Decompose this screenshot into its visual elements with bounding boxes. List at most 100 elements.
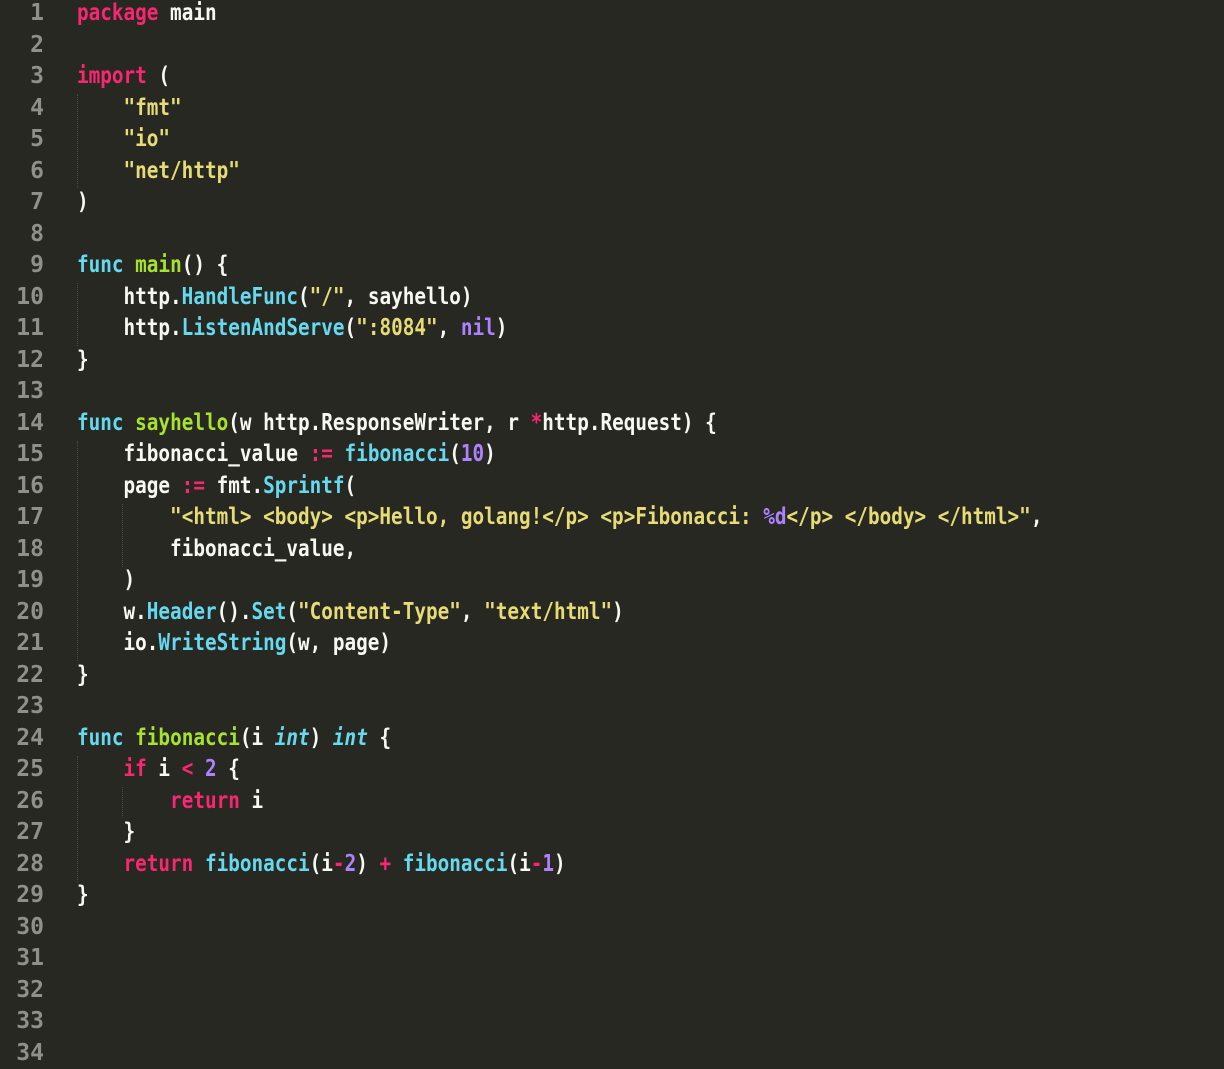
code-token: return	[170, 787, 240, 814]
line-number: 30	[16, 913, 44, 940]
code-line[interactable]: 26 return i	[0, 786, 1224, 818]
code-token: (i	[309, 850, 333, 877]
code-line[interactable]: 4 "fmt"	[0, 93, 1224, 125]
code-text: }	[77, 817, 136, 849]
code-token: ":8084"	[356, 315, 438, 341]
code-line[interactable]: 29}	[0, 880, 1224, 912]
code-token: Header	[146, 598, 217, 625]
code-token: :=	[181, 472, 205, 499]
code-text: page := fmt.Sprintf(	[77, 471, 357, 503]
code-token: Set	[251, 598, 287, 625]
line-number: 18	[16, 535, 44, 562]
code-line[interactable]: 28 return fibonacci(i-2) + fibonacci(i-1…	[0, 849, 1224, 881]
code-token: Sprintf	[263, 472, 345, 499]
code-line[interactable]: 30	[0, 912, 1224, 944]
code-line[interactable]: 14 func sayhello(w http.ResponseWriter, r…	[0, 408, 1224, 440]
code-token: (	[344, 472, 357, 499]
code-token: fibonacci_value	[77, 441, 310, 467]
code-line[interactable]: 19 )	[0, 565, 1224, 597]
code-token: fibonacci	[402, 850, 508, 877]
code-token: import	[77, 63, 147, 89]
code-token: i	[239, 787, 264, 814]
code-token: http.Request) {	[542, 409, 717, 436]
code-line[interactable]: 17 "<html> <body> <p>Hello, golang!</p> …	[0, 502, 1224, 534]
code-line[interactable]: 3 import (	[0, 61, 1224, 93]
line-number: 5	[30, 126, 44, 152]
code-token: WriteString	[158, 630, 287, 656]
code-token: page	[77, 472, 182, 499]
code-token: )	[484, 441, 496, 467]
code-editor[interactable]: 1 package main 2 3 import (4 "fmt" 5 "io" 6 "n…	[0, 0, 1224, 1069]
code-token: return	[123, 850, 194, 877]
code-token: {	[216, 756, 240, 782]
code-token: *	[530, 409, 543, 436]
code-line[interactable]: 34	[0, 1038, 1224, 1069]
code-token: fibonacci	[344, 441, 450, 467]
code-line[interactable]: 7)	[0, 187, 1224, 219]
code-line[interactable]: 5 "io"	[0, 124, 1224, 156]
code-token: (	[449, 441, 461, 467]
code-line[interactable]: 31	[0, 943, 1224, 975]
code-line[interactable]: 23	[0, 691, 1224, 723]
code-text: io.WriteString(w, page)	[77, 628, 392, 660]
code-token: nil	[460, 315, 496, 341]
code-token: func	[77, 724, 124, 751]
line-number: 8	[30, 220, 44, 247]
code-token: ListenAndServe	[181, 315, 345, 341]
code-line[interactable]: 33	[0, 1006, 1224, 1038]
code-text: func main() {	[77, 250, 228, 282]
code-token: "fmt"	[123, 94, 182, 121]
code-line[interactable]: 13	[0, 376, 1224, 408]
code-token: "<html> <body> <p>Hello, golang!</p> <p>…	[170, 504, 764, 530]
code-token: if	[123, 756, 147, 782]
code-line[interactable]: 22}	[0, 660, 1224, 692]
code-line[interactable]: 27 }	[0, 817, 1224, 849]
code-token: io.	[77, 630, 159, 656]
code-text: "<html> <body> <p>Hello, golang!</p> <p>…	[77, 502, 1042, 534]
line-number: 23	[16, 693, 44, 719]
code-line[interactable]: 6 "net/http"	[0, 156, 1224, 188]
code-line[interactable]: 32	[0, 975, 1224, 1007]
code-line[interactable]: 21 io.WriteString(w, page)	[0, 628, 1224, 660]
code-text: fibonacci_value,	[77, 534, 356, 566]
code-text: package main	[77, 0, 217, 30]
code-token: func	[77, 409, 124, 436]
line-number: 13	[16, 378, 44, 404]
code-text: }	[77, 660, 89, 692]
code-token: (	[298, 283, 310, 310]
code-token: ,	[437, 315, 461, 341]
code-line[interactable]: 25 if i < 2 {	[0, 754, 1224, 786]
code-line[interactable]: 12}	[0, 345, 1224, 377]
code-token: func	[77, 252, 124, 278]
code-token: )	[612, 598, 624, 625]
line-number: 11	[16, 315, 44, 341]
code-line[interactable]: 20 w.Header().Set("Content-Type", "text/…	[0, 597, 1224, 629]
code-line[interactable]: 18 fibonacci_value,	[0, 534, 1224, 566]
code-token: main	[135, 252, 182, 278]
code-token: package	[77, 0, 159, 26]
line-number: 9	[30, 252, 44, 278]
code-text: }	[77, 880, 89, 912]
code-text: }	[77, 345, 89, 377]
code-token: w.	[77, 598, 147, 625]
code-line[interactable]: 8	[0, 219, 1224, 251]
code-line[interactable]: 24 func fibonacci(i int) int {	[0, 723, 1224, 755]
code-line[interactable]: 9 func main() {	[0, 250, 1224, 282]
code-token: int	[274, 724, 310, 751]
code-token: 2	[344, 850, 357, 877]
code-line[interactable]: 16 page := fmt.Sprintf(	[0, 471, 1224, 503]
code-line[interactable]: 10 http.HandleFunc("/", sayhello)	[0, 282, 1224, 314]
line-number: 22	[16, 661, 44, 688]
code-token: }	[77, 819, 136, 845]
code-line[interactable]: 1 package main	[0, 0, 1224, 30]
code-token: }	[77, 346, 89, 373]
code-line[interactable]: 11 http.ListenAndServe(":8084", nil)	[0, 313, 1224, 345]
code-line[interactable]: 15 fibonacci_value := fibonacci(10)	[0, 439, 1224, 471]
line-number: 34	[16, 1039, 44, 1066]
code-line[interactable]: 2	[0, 30, 1224, 62]
line-number: 14	[16, 409, 44, 436]
line-number: 4	[30, 94, 44, 121]
